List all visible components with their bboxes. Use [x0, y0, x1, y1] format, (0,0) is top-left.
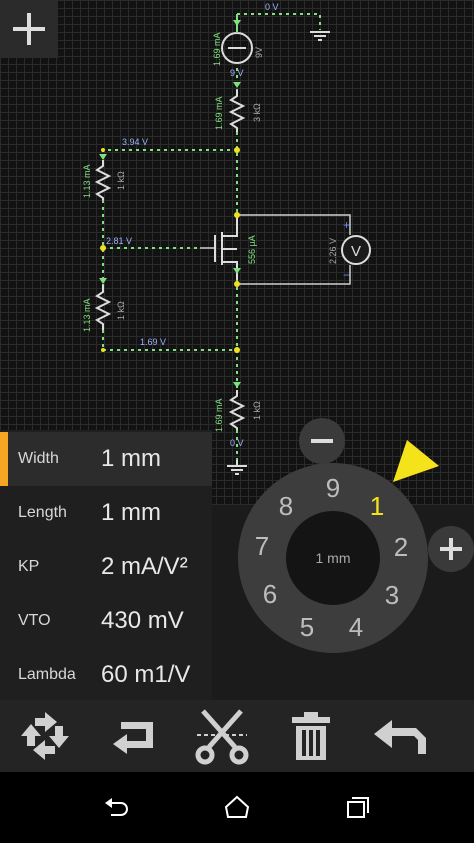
label-rbottom-current: 1.69 mA: [214, 398, 224, 432]
home-button[interactable]: [217, 792, 257, 822]
meter-symbol: V: [351, 243, 361, 260]
property-name: VTO: [18, 612, 51, 629]
label-rbottom-value: 1 kΩ: [252, 401, 262, 420]
label-node-gate-top: 3.94 V: [122, 137, 148, 147]
label-node-source: 1.69 V: [140, 337, 166, 347]
flip-button[interactable]: [100, 700, 170, 772]
meter-plus: +: [343, 218, 350, 232]
home-icon: [224, 795, 250, 818]
rotate-button[interactable]: [10, 700, 80, 772]
label-meter-voltage: 2.26 V: [328, 238, 338, 264]
label-r1-current: 1.13 mA: [82, 164, 92, 198]
label-source-node: 9 V: [230, 68, 244, 78]
dial-digit-6[interactable]: 6: [255, 579, 285, 609]
label-bottom-node: 0 V: [230, 438, 244, 448]
property-value: 1 mm: [101, 445, 161, 472]
property-name: KP: [18, 558, 40, 575]
label-rtop-value: 3 kΩ: [252, 103, 262, 122]
meter-minus: −: [343, 268, 350, 282]
label-source-current: 1.69 mA: [212, 32, 222, 66]
plus-icon: [440, 538, 462, 560]
property-name: Length: [18, 504, 67, 521]
dial-digit-7[interactable]: 7: [247, 531, 277, 561]
bottom-toolbar: [0, 700, 474, 772]
cut-icon: [195, 709, 249, 765]
label-source-voltage: 9V: [254, 47, 264, 58]
label-r2-value: 1 kΩ: [116, 301, 126, 320]
delete-icon: [292, 712, 330, 760]
label-rtop-current: 1.69 mA: [214, 96, 224, 130]
dial-digit-1[interactable]: 1: [362, 491, 392, 521]
recents-icon: [347, 797, 369, 818]
dial-digit-9[interactable]: 9: [318, 473, 348, 503]
cut-button[interactable]: [187, 700, 257, 772]
mosfet: [214, 215, 238, 280]
label-top-ground: 0 V: [265, 2, 279, 12]
resistor-2: [94, 285, 112, 330]
rotate-icon: [21, 712, 69, 760]
undo-icon: [374, 720, 426, 754]
property-value: 60 m1/V: [101, 661, 191, 688]
system-nav-bar: [0, 772, 474, 843]
resistor-bottom: [228, 390, 246, 430]
dial-pointer-icon: [393, 440, 439, 482]
property-row-width[interactable]: Width 1 mm: [0, 432, 212, 486]
decrement-button[interactable]: [299, 418, 345, 464]
resistor-top: [228, 90, 246, 132]
increment-button[interactable]: [428, 526, 474, 572]
property-value: 1 mm: [101, 499, 161, 526]
property-name: Width: [18, 450, 59, 467]
property-row-vto[interactable]: VTO 430 mV: [0, 594, 212, 648]
label-node-gate: 2.81 V: [106, 236, 132, 246]
properties-panel: Width 1 mm Length 1 mm KP 2 mA/V² VTO 43…: [0, 430, 212, 700]
property-value: 430 mV: [101, 607, 184, 634]
recents-button[interactable]: [338, 792, 378, 822]
minus-icon: [311, 439, 333, 443]
dial-digit-8[interactable]: 8: [271, 491, 301, 521]
label-r1-value: 1 kΩ: [116, 171, 126, 190]
dial-digit-4[interactable]: 4: [341, 612, 371, 642]
property-row-kp[interactable]: KP 2 mA/V²: [0, 540, 212, 594]
back-icon: [105, 798, 128, 816]
undo-button[interactable]: [366, 700, 436, 772]
dial-digit-3[interactable]: 3: [377, 580, 407, 610]
property-value: 2 mA/V²: [101, 553, 188, 580]
property-name: Lambda: [18, 666, 76, 683]
plus-icon: [13, 13, 45, 45]
label-r2-current: 1.13 mA: [82, 298, 92, 332]
label-drain-current: 556 µA: [247, 235, 257, 264]
property-row-lambda[interactable]: Lambda 60 m1/V: [0, 648, 212, 702]
dial-digit-2[interactable]: 2: [386, 532, 416, 562]
property-row-length[interactable]: Length 1 mm: [0, 486, 212, 540]
resistor-1: [94, 160, 112, 200]
selection-indicator: [0, 432, 8, 486]
dial-value: 1 mm: [286, 511, 380, 605]
delete-button[interactable]: [276, 700, 346, 772]
flip-icon: [113, 722, 153, 754]
add-component-button[interactable]: [0, 0, 58, 58]
dial-digit-5[interactable]: 5: [292, 612, 322, 642]
back-button[interactable]: [96, 792, 136, 822]
